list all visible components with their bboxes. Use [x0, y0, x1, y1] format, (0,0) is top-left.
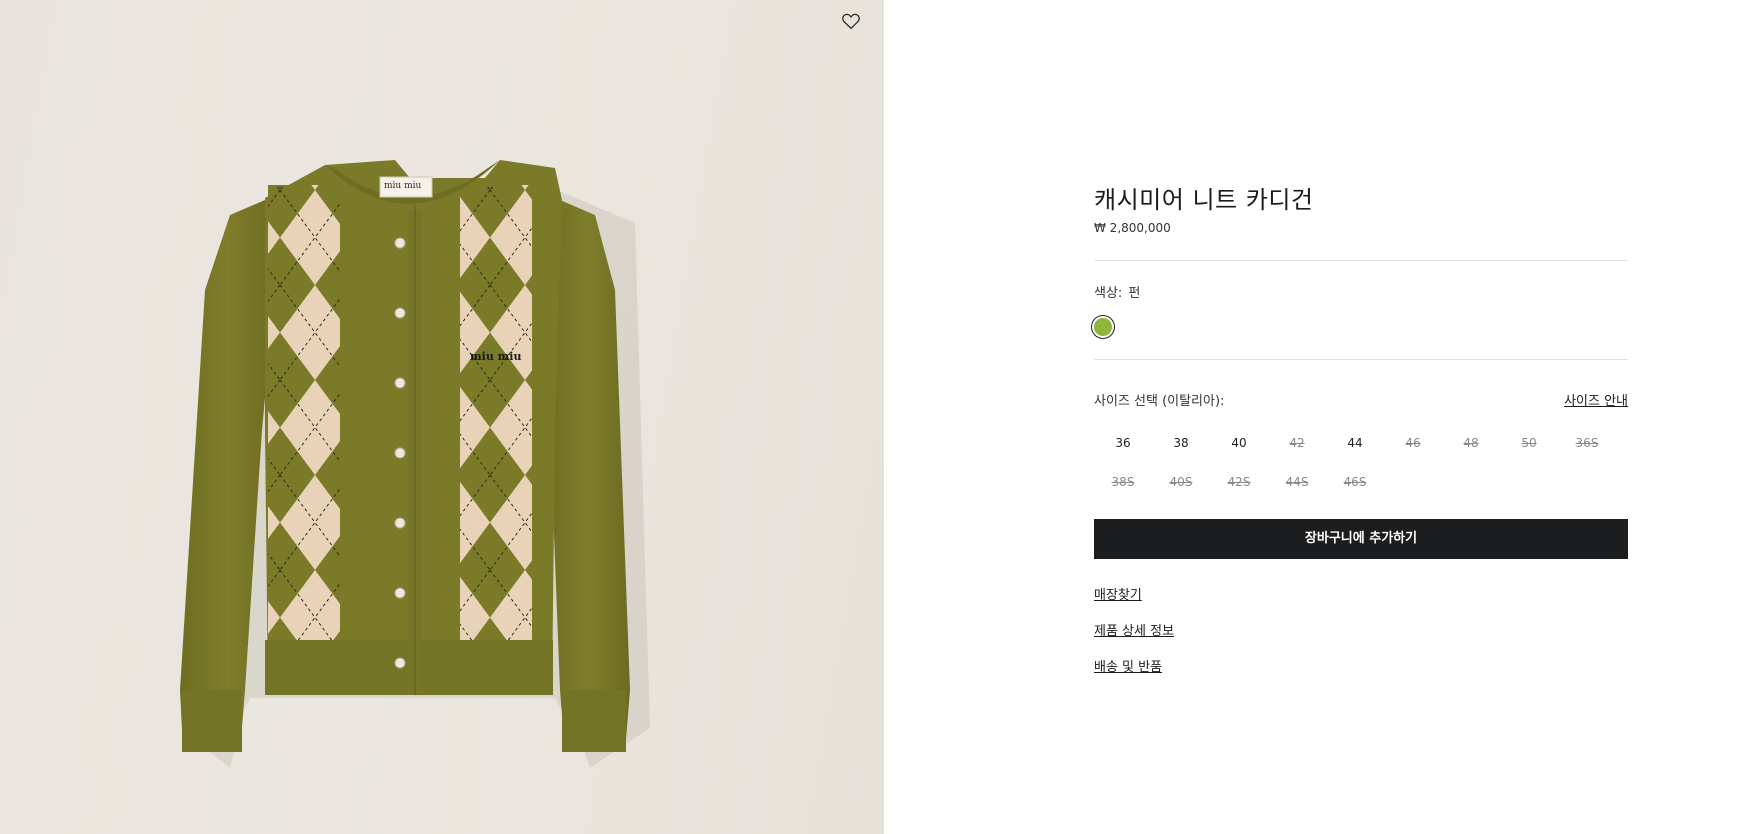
divider [1094, 359, 1628, 360]
size-option[interactable]: 44S [1268, 467, 1326, 497]
wishlist-button[interactable] [840, 10, 862, 32]
product-image-panel: miu miu miu miu [0, 0, 884, 834]
shipping-returns-link[interactable]: 배송 및 반품 [1094, 656, 1162, 675]
size-option[interactable]: 42 [1268, 428, 1326, 458]
size-option[interactable]: 36 [1094, 428, 1152, 458]
color-row: 색상: 펀 [1094, 282, 1140, 301]
color-value: 펀 [1128, 286, 1141, 301]
size-option[interactable]: 44 [1326, 428, 1384, 458]
color-label: 색상: [1094, 286, 1123, 301]
product-image [180, 160, 650, 768]
size-option[interactable]: 42S [1210, 467, 1268, 497]
swatch-fill [1094, 318, 1112, 336]
product-details-link[interactable]: 제품 상세 정보 [1094, 620, 1174, 639]
size-option[interactable]: 36S [1558, 428, 1616, 458]
size-option[interactable]: 38S [1094, 467, 1152, 497]
size-option[interactable]: 40 [1210, 428, 1268, 458]
color-swatch-fern[interactable] [1091, 315, 1115, 339]
product-price: ₩ 2,800,000 [1094, 221, 1171, 235]
size-label: 사이즈 선택 (이탈리아): [1094, 394, 1225, 409]
size-option[interactable]: 38 [1152, 428, 1210, 458]
size-option[interactable]: 50 [1500, 428, 1558, 458]
product-title: 캐시미어 니트 카디건 [1094, 186, 1314, 214]
size-option[interactable]: 40S [1152, 467, 1210, 497]
size-option[interactable]: 46S [1326, 467, 1384, 497]
chest-logo: miu miu [470, 350, 522, 363]
add-to-cart-button[interactable]: 장바구니에 추가하기 [1094, 519, 1628, 559]
heart-icon [842, 13, 860, 30]
divider [1094, 260, 1628, 261]
size-option[interactable]: 46 [1384, 428, 1442, 458]
find-store-link[interactable]: 매장찾기 [1094, 584, 1142, 603]
size-guide-link[interactable]: 사이즈 안내 [1564, 390, 1628, 409]
brand-label-text: miu miu [384, 181, 422, 191]
size-option[interactable]: 48 [1442, 428, 1500, 458]
